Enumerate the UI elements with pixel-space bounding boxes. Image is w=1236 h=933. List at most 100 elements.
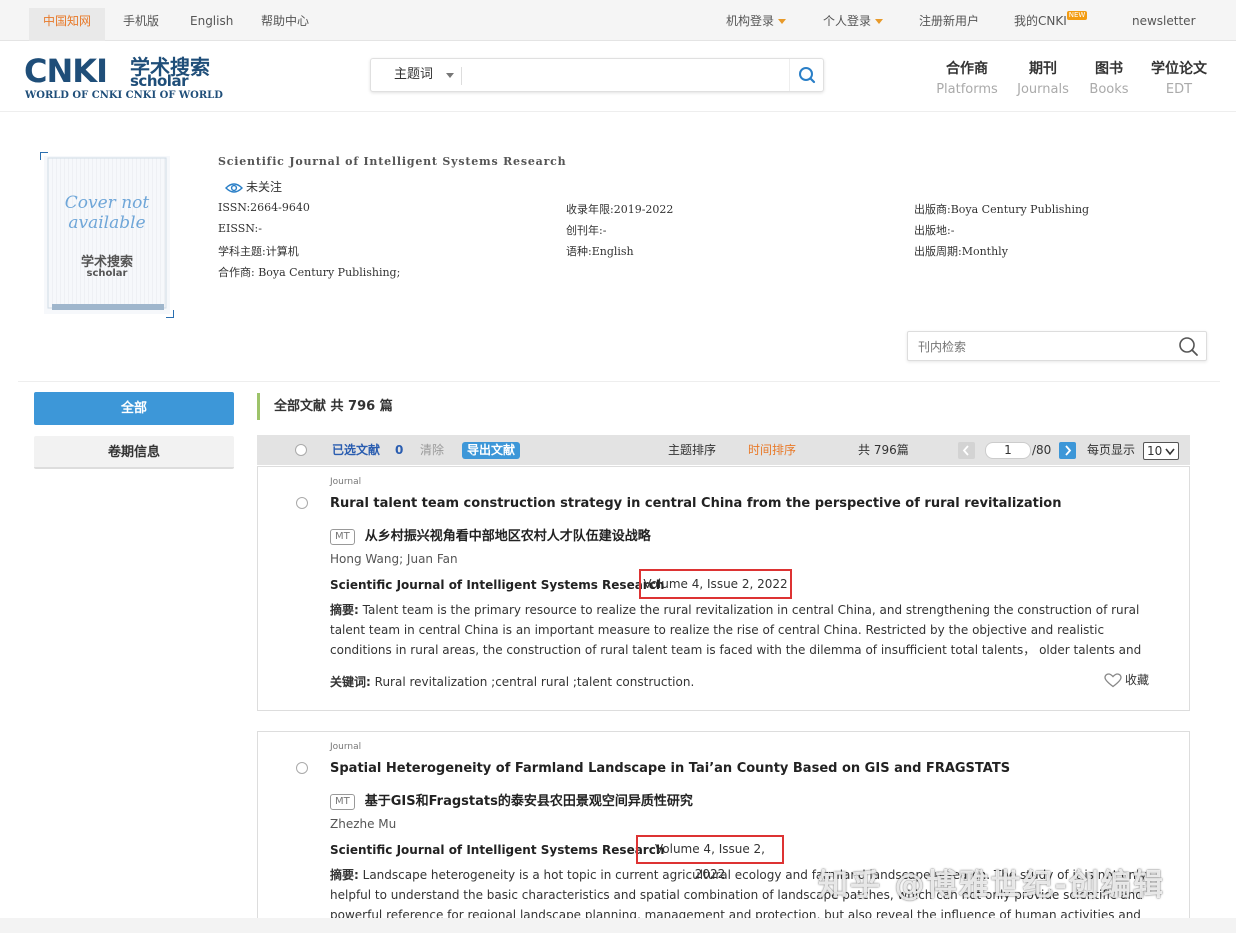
nav-edt[interactable]: 学位论文 EDT [1146, 58, 1212, 97]
nav-journals[interactable]: 期刊 Journals [1014, 58, 1072, 97]
search-field-select[interactable]: 主题词 [371, 59, 461, 91]
nav-journals-en: Journals [1017, 82, 1069, 97]
nav-edt-zh: 学位论文 [1151, 61, 1207, 77]
article-title-zh[interactable]: MT 基于GIS和Fragstats的泰安县农田景观空间异质性研究 [330, 790, 693, 810]
page-number-input[interactable]: 1 [985, 442, 1031, 459]
next-page-button[interactable] [1059, 442, 1076, 459]
nav-platforms-en: Platforms [936, 82, 998, 97]
results-total-header: 全部文献 共 796 篇 [257, 393, 393, 420]
article-volume-issue[interactable]: Volume 4, Issue 2, 2022 [639, 569, 792, 599]
keywords-label: 关键词: [330, 675, 371, 689]
article-title-zh[interactable]: MT 从乡村振兴视角看中部地区农村人才队伍建设战略 [330, 525, 651, 545]
journal-partner: 合作商: Boya Century Publishing; [218, 266, 401, 279]
my-cnki-label: 我的CNKI [1014, 14, 1067, 28]
journal-eissn: EISSN:- [218, 222, 262, 235]
link-mobile[interactable]: 手机版 [123, 8, 159, 41]
journal-issn: ISSN:2664-9640 [218, 201, 310, 214]
cover-text-line2: available [68, 213, 145, 233]
watermark: 知乎 @博雅世纪-创编辑 [818, 868, 1165, 903]
selected-label: 已选文献 [332, 443, 381, 457]
article-type: Journal [330, 477, 362, 487]
logo-brand: CNKI [24, 52, 107, 90]
abstract-label: 摘要: [330, 603, 359, 617]
institution-login-label: 机构登录 [726, 14, 775, 28]
article-source[interactable]: Scientific Journal of Intelligent System… [330, 843, 664, 857]
journal-subject: 学科主题:计算机 [218, 245, 299, 258]
nav-journals-zh: 期刊 [1029, 61, 1057, 77]
article-title[interactable]: Spatial Heterogeneity of Farmland Landsc… [330, 761, 1010, 776]
register-link[interactable]: 注册新用户 [919, 8, 979, 41]
select-all-checkbox[interactable] [295, 444, 307, 456]
mt-badge: MT [330, 528, 355, 545]
link-cnki-home[interactable]: 中国知网 [29, 8, 106, 41]
results-toolbar: 已选文献 0 清除 导出文献 主题排序 时间排序 共 796篇 1 /80 每页… [257, 435, 1190, 465]
abstract-label: 摘要: [330, 868, 359, 882]
article-title-zh-text: 从乡村振兴视角看中部地区农村人才队伍建设战略 [364, 529, 651, 544]
search-input[interactable] [467, 63, 787, 87]
eye-icon [225, 182, 243, 193]
chevron-down-icon [875, 19, 884, 24]
article-card: Journal Rural talent team construction s… [257, 466, 1190, 711]
sort-time-button[interactable]: 时间排序 [748, 435, 796, 465]
search-field-label: 主题词 [394, 67, 434, 82]
institution-login-menu[interactable]: 机构登录 [726, 8, 787, 41]
article-title-zh-text: 基于GIS和Fragstats的泰安县农田景观空间异质性研究 [364, 794, 693, 809]
sort-topic-button[interactable]: 主题排序 [668, 435, 716, 465]
new-badge: NEW [1066, 11, 1088, 20]
nav-books[interactable]: 图书 Books [1085, 58, 1133, 97]
search-divider [461, 67, 462, 85]
link-english[interactable]: English [190, 8, 233, 41]
article-abstract: 摘要: Talent team is the primary resource … [330, 600, 1160, 660]
header: CNKI 学术搜索 scholar WORLD OF CNKI CNKI OF … [0, 42, 1236, 112]
per-page-label: 每页显示 [1087, 443, 1136, 457]
my-cnki-link[interactable]: 我的CNKI NEW [1014, 8, 1088, 41]
newsletter-link[interactable]: newsletter [1132, 8, 1196, 41]
link-help[interactable]: 帮助中心 [261, 8, 309, 41]
chevron-right-icon [1065, 445, 1072, 456]
selected-count: 0 [395, 443, 404, 457]
nav-books-zh: 图书 [1095, 61, 1123, 77]
search-icon[interactable] [1177, 335, 1199, 357]
journal-years: 收录年限:2019-2022 [566, 203, 674, 216]
total-count: 共 796篇 [858, 443, 909, 457]
journal-place: 出版地:- [914, 224, 955, 237]
page-total: /80 [1032, 443, 1052, 457]
clear-button[interactable]: 清除 [420, 435, 444, 465]
article-title[interactable]: Rural talent team construction strategy … [330, 496, 1062, 511]
article-select-checkbox[interactable] [296, 762, 308, 774]
per-page-value: 10 [1147, 444, 1163, 458]
follow-label: 未关注 [246, 180, 283, 194]
nav-platforms[interactable]: 合作商 Platforms [935, 58, 999, 97]
article-volume-issue[interactable]: Volume 4, Issue 2, 2022 [636, 835, 784, 881]
export-button[interactable]: 导出文献 [462, 442, 521, 459]
section-divider [18, 381, 1220, 382]
favorite-button[interactable]: 收藏 [1104, 671, 1149, 688]
favorite-label: 收藏 [1125, 673, 1150, 687]
article-authors[interactable]: Zhezhe Mu [330, 817, 396, 831]
search-icon [799, 67, 816, 84]
caret-down-icon [446, 73, 454, 78]
sidebar-all-button[interactable]: 全部 [34, 392, 234, 425]
top-bar: 中国知网 手机版 English 帮助中心 机构登录 个人登录 注册新用户 我的… [0, 0, 1236, 41]
article-source[interactable]: Scientific Journal of Intelligent System… [330, 578, 664, 592]
journal-cover: Cover not available 学术搜索 scholar [39, 151, 175, 319]
follow-button[interactable]: 未关注 [225, 178, 282, 195]
nav-platforms-zh: 合作商 [946, 61, 988, 77]
keywords-text: Rural revitalization ;central rural ;tal… [374, 675, 695, 689]
personal-login-menu[interactable]: 个人登录 [823, 8, 884, 41]
prev-page-button[interactable] [958, 442, 975, 459]
inner-search-input[interactable] [918, 338, 1168, 356]
sidebar-volume-info-button[interactable]: 卷期信息 [34, 436, 234, 469]
mt-badge: MT [330, 793, 355, 810]
cnki-scholar-logo[interactable]: CNKI 学术搜索 scholar WORLD OF CNKI CNKI OF … [24, 52, 224, 102]
cover-placeholder-image: Cover not available 学术搜索 scholar [39, 151, 175, 319]
article-select-checkbox[interactable] [296, 497, 308, 509]
chevron-left-icon [962, 445, 969, 456]
per-page-select[interactable]: 10 [1143, 442, 1179, 460]
article-authors[interactable]: Hong Wang; Juan Fan [330, 552, 458, 566]
search-button[interactable] [789, 59, 823, 91]
personal-login-label: 个人登录 [823, 14, 872, 28]
logo-tagline: WORLD OF CNKI CNKI OF WORLD [24, 90, 223, 101]
article-keywords: 关键词: Rural revitalization ;central rural… [330, 673, 694, 690]
cover-logo-en: scholar [87, 268, 128, 279]
